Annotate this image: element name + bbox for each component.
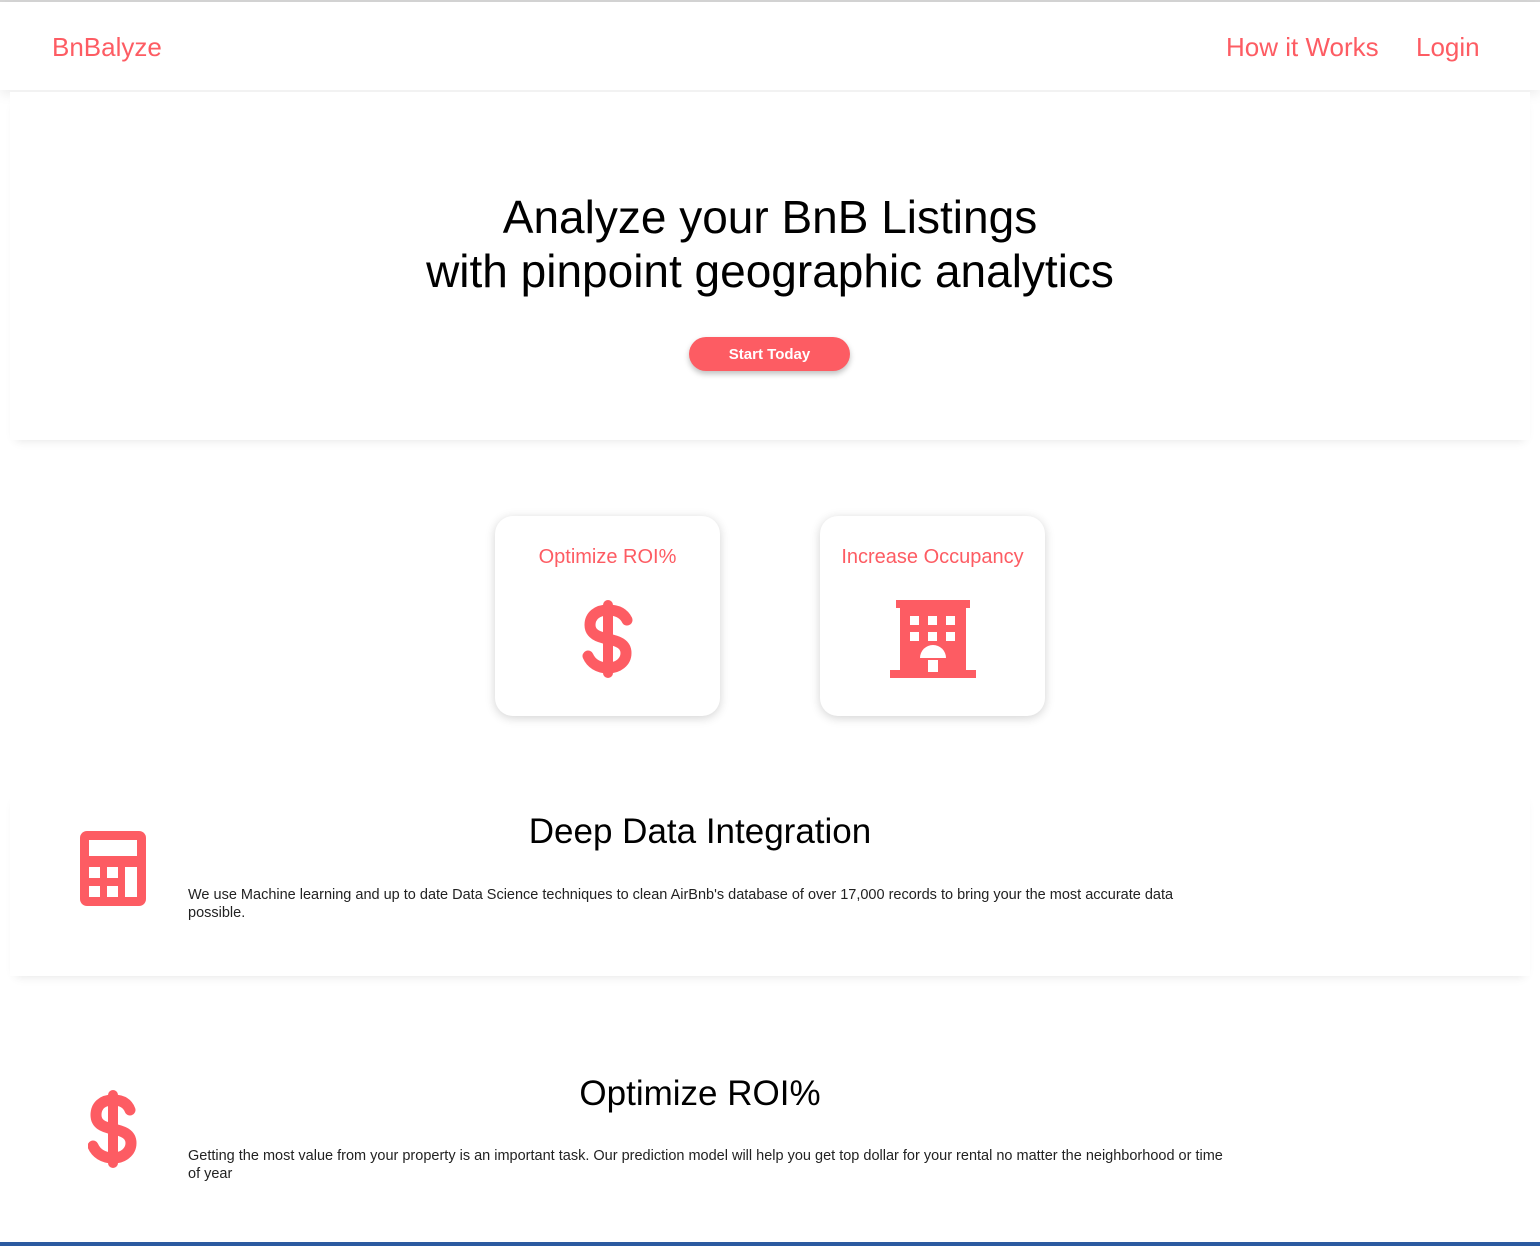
building-icon [890,600,976,678]
hero-title-line-1: Analyze your BnB Listings [502,191,1038,243]
hero-title-line-2: with pinpoint geographic analytics [426,245,1114,297]
section-description: Getting the most value from your propert… [188,1148,1223,1182]
feature-card-occupancy[interactable]: Increase Occupancy [820,516,1045,716]
brand-logo[interactable]: BnBalyze [52,32,162,63]
bottom-bar [0,1242,1540,1246]
feature-card-roi[interactable]: Optimize ROI% [495,516,720,716]
deep-data-section: Deep Data Integration We use Machine lea… [10,790,1530,976]
hero-section: Analyze your BnB Listings with pinpoint … [10,92,1530,440]
nav-how-it-works-link[interactable]: How it Works [1226,32,1379,63]
section-description: We use Machine learning and up to date D… [188,887,1174,921]
dollar-icon [582,600,633,678]
section-title: Deep Data Integration [528,812,872,851]
optimize-roi-section: Optimize ROI% Getting the most value fro… [10,1050,1530,1220]
feature-card-title: Increase Occupancy [841,546,1024,568]
start-today-button[interactable]: Start Today [689,337,850,371]
hero-title: Analyze your BnB Listings with pinpoint … [0,190,1540,298]
navbar: BnBalyze How it Works Login [0,2,1540,90]
section-title: Optimize ROI% [579,1074,821,1113]
nav-login-link[interactable]: Login [1416,32,1480,63]
feature-card-title: Optimize ROI% [538,546,677,568]
